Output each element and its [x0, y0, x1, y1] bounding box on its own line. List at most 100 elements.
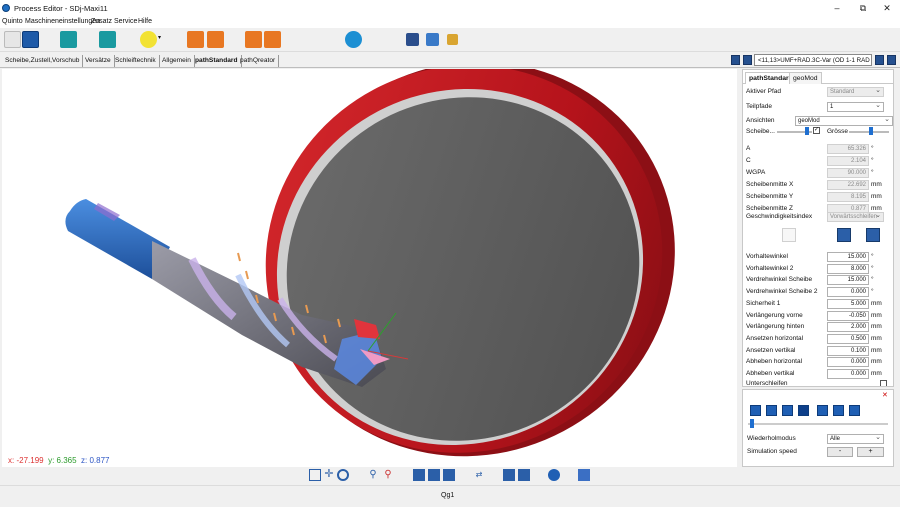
tab-pathstandard[interactable]: pathStandard	[192, 55, 242, 67]
pin-icon[interactable]	[782, 228, 796, 242]
machine-icon[interactable]	[503, 469, 515, 481]
rotate-icon[interactable]	[337, 469, 349, 481]
tool-dropdown-icon[interactable]: ▾	[158, 34, 163, 45]
settings-gear-icon[interactable]	[345, 31, 362, 48]
parameter-input[interactable]: 5.000	[827, 299, 869, 309]
tool-select-icon[interactable]	[140, 31, 157, 48]
readonly-label: Scheibenmitte Y	[746, 193, 794, 200]
parameter-input[interactable]: 8.000	[827, 264, 869, 274]
parameter-input[interactable]: 15.000	[827, 275, 869, 285]
pan-icon[interactable]: ✛	[323, 469, 335, 481]
program-icon[interactable]	[264, 31, 281, 48]
minimize-button[interactable]: –	[826, 2, 848, 15]
export-icon[interactable]	[426, 33, 439, 46]
menu-hilfe[interactable]: Hilfe	[138, 18, 152, 25]
sim-progress-thumb[interactable]	[750, 419, 754, 428]
menu-service[interactable]: Service	[114, 18, 137, 25]
aktiver-pfad-label: Aktiver Pfad	[746, 88, 782, 95]
zoom-window-icon[interactable]: ⚲	[382, 469, 394, 481]
sim-first-icon[interactable]	[750, 405, 761, 416]
tab-versaetze[interactable]: Versätze	[82, 55, 115, 67]
wiederholmodus-dropdown[interactable]: Alle	[827, 433, 884, 444]
panel-toggle-icon[interactable]	[731, 55, 740, 65]
wand-icon[interactable]	[447, 34, 458, 45]
sequence-icon[interactable]	[245, 31, 262, 48]
parameter-input[interactable]: 0.000	[827, 287, 869, 297]
readonly-label: A	[746, 145, 751, 152]
parameter-input[interactable]: 15.000	[827, 252, 869, 262]
menu-zusatz[interactable]: Zusatz	[91, 18, 112, 25]
scheibe-checkbox[interactable]: ✓	[813, 127, 820, 134]
wheel-view-icon[interactable]	[99, 31, 116, 48]
ansichten-dropdown[interactable]: geoMod	[795, 115, 893, 126]
panel-tab-geomod[interactable]: geoMod	[789, 72, 822, 84]
3d-viewport[interactable]	[2, 61, 737, 467]
status-bar: Qg1	[0, 485, 900, 507]
simulation-close-icon[interactable]: ✕	[882, 391, 888, 399]
sim-step-back-icon[interactable]	[782, 405, 793, 416]
swap-view-icon[interactable]: ⇄	[473, 469, 485, 481]
parameter-unit: °	[871, 276, 874, 283]
parameter-input[interactable]: -0.050	[827, 311, 869, 321]
wheel-right-icon[interactable]	[866, 228, 880, 242]
view-side-icon[interactable]	[428, 469, 440, 481]
new-file-icon[interactable]	[4, 31, 21, 48]
sim-last-icon[interactable]	[849, 405, 860, 416]
parameter-input[interactable]: 0.100	[827, 346, 869, 356]
tab-scheibe[interactable]: Scheibe,Zustell,Vorschub	[2, 55, 84, 67]
profile-menu-icon[interactable]	[887, 55, 896, 65]
window-title: Process Editor - SDj-Maxi11	[14, 4, 108, 13]
tab-allgemein[interactable]: Allgemein	[159, 55, 195, 67]
view-front-icon[interactable]	[413, 469, 425, 481]
tab-pathqreator[interactable]: pathQreator	[237, 55, 280, 67]
next-profile-icon[interactable]	[875, 55, 884, 65]
groesse-label: Grösse	[827, 128, 848, 135]
parameter-label: Ansetzen vertikal	[746, 347, 796, 354]
parameter-unit: °	[871, 288, 874, 295]
sim-step-forward-icon[interactable]	[817, 405, 828, 416]
sim-fast-forward-icon[interactable]	[833, 405, 844, 416]
maximize-button[interactable]: ⧉	[852, 2, 874, 15]
aktiver-pfad-dropdown[interactable]: Standard	[827, 86, 884, 97]
menu-maschineneinstellungen[interactable]: Maschineneinstellungen	[25, 18, 100, 25]
parameter-unit: mm	[871, 370, 882, 377]
ansichten-label: Ansichten	[746, 117, 775, 124]
grind-options-icon[interactable]	[187, 31, 204, 48]
panel-tabs: pathStandard geoMod	[743, 70, 893, 84]
report-icon[interactable]	[406, 33, 419, 46]
y-label: y:	[48, 456, 55, 465]
parameter-label: Abheben horizontal	[746, 358, 803, 365]
parameter-input[interactable]: 0.000	[827, 369, 869, 379]
table-icon[interactable]	[22, 31, 39, 48]
speed-minus-button[interactable]: -	[827, 447, 853, 457]
parameter-input[interactable]: 0.000	[827, 357, 869, 367]
speed-plus-button[interactable]: +	[857, 447, 884, 457]
sim-progress-track[interactable]	[748, 423, 888, 425]
hand-icon[interactable]	[578, 469, 590, 481]
menu-quinto[interactable]: Quinto	[2, 18, 23, 25]
y-value: 6.365	[56, 456, 77, 465]
teilpfade-dropdown[interactable]: 1	[827, 101, 884, 112]
prev-profile-icon[interactable]	[743, 55, 752, 65]
fit-view-icon[interactable]	[309, 469, 321, 481]
unterschleifen-checkbox[interactable]	[880, 380, 887, 386]
scheibe-slider-thumb[interactable]	[805, 127, 809, 135]
grind-settings-icon[interactable]	[207, 31, 224, 48]
sim-rewind-icon[interactable]	[766, 405, 777, 416]
geschwindigkeit-dropdown[interactable]: Vorwärtsschleifen	[827, 211, 884, 222]
record-icon[interactable]	[548, 469, 560, 481]
view-iso-icon[interactable]	[443, 469, 455, 481]
parameter-input[interactable]: 2.000	[827, 322, 869, 332]
parameter-unit: °	[871, 253, 874, 260]
wheel-left-icon[interactable]	[837, 228, 851, 242]
zoom-icon[interactable]: ⚲	[367, 469, 379, 481]
profile-combo[interactable]: <11,13>UMF+RAD.3C-Var (OD 1-1 RAD	[754, 54, 872, 66]
close-button[interactable]: ✕	[876, 2, 898, 15]
machine-view-icon[interactable]	[60, 31, 77, 48]
parameter-input[interactable]: 0.500	[827, 334, 869, 344]
readonly-label: Scheibenmitte X	[746, 181, 794, 188]
sim-play-icon[interactable]	[798, 405, 809, 416]
groesse-slider-thumb[interactable]	[869, 127, 873, 135]
tab-schleiftechnik[interactable]: Schleiftechnik	[112, 55, 160, 67]
measure-icon[interactable]	[518, 469, 530, 481]
